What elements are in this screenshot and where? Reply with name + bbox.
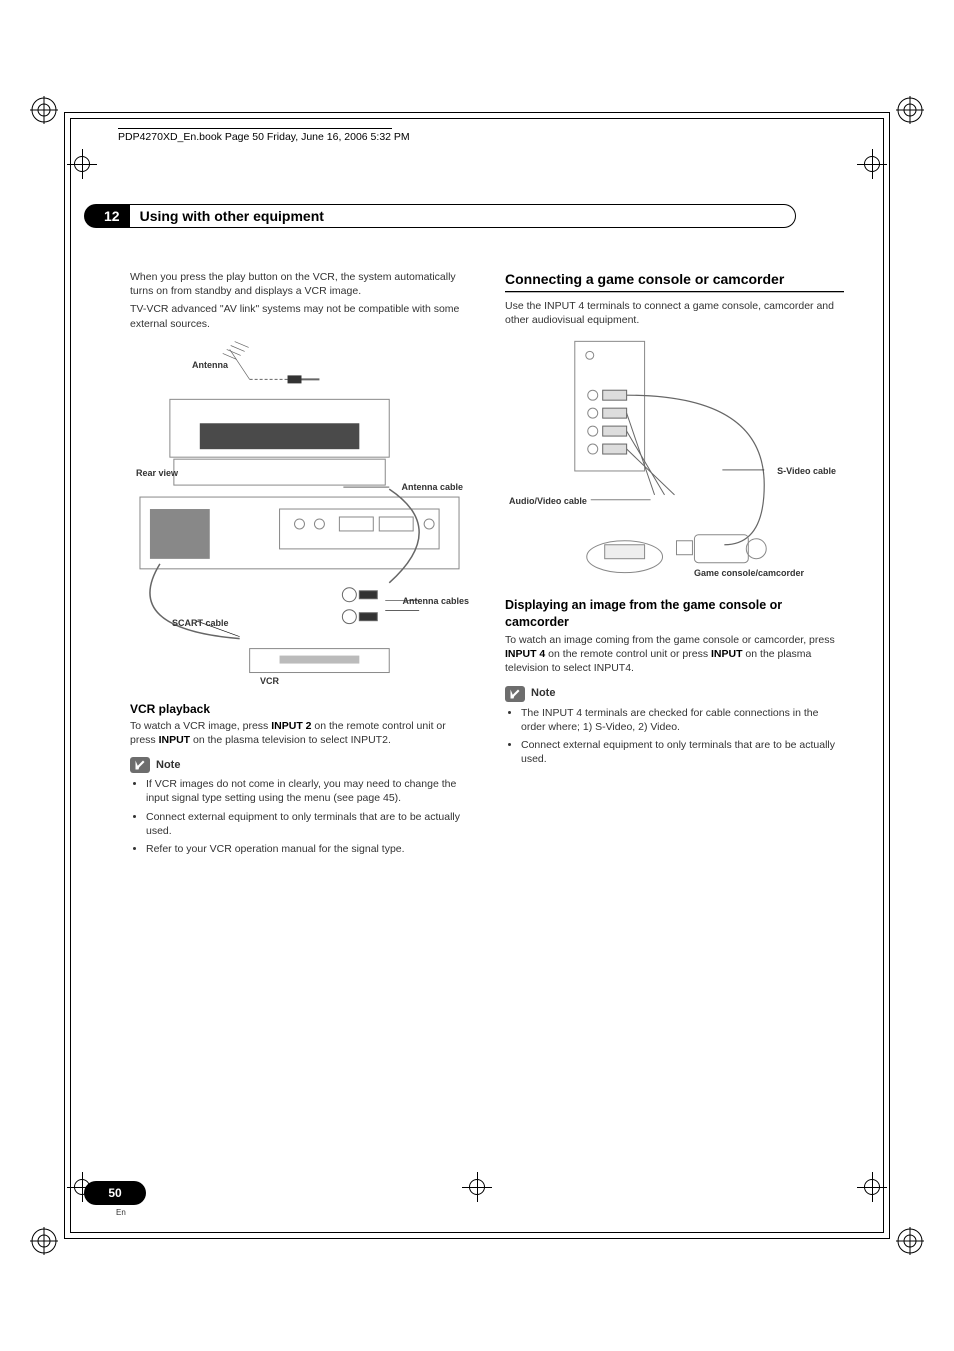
print-mark-top-left	[30, 96, 58, 124]
chapter-title: Using with other equipment	[140, 208, 324, 224]
section-heading: Connecting a game console or camcorder	[505, 270, 844, 289]
book-header-text: PDP4270XD_En.book Page 50 Friday, June 1…	[118, 131, 410, 143]
diagram-label-antenna: Antenna	[192, 359, 228, 371]
chapter-heading: 12 Using with other equipment	[84, 204, 796, 228]
right-intro: Use the INPUT 4 terminals to connect a g…	[505, 299, 844, 327]
note-heading-right: Note	[505, 686, 844, 702]
page-language: En	[116, 1208, 126, 1217]
diagram-label-svideo: S-Video cable	[777, 465, 836, 477]
list-item: If VCR images do not come in clearly, yo…	[146, 777, 469, 805]
intro-paragraph-1: When you press the play button on the VC…	[130, 270, 469, 298]
chapter-number: 12	[84, 204, 130, 228]
diagram-label-antenna-cable: Antenna cable	[401, 481, 463, 493]
print-mark-bottom-left	[30, 1227, 58, 1255]
print-mark-bottom-right	[896, 1227, 924, 1255]
vcr-playback-heading: VCR playback	[130, 701, 469, 717]
page-number-badge: 50	[84, 1181, 146, 1205]
left-column: When you press the play button on the VC…	[130, 270, 469, 860]
diagram-label-antenna-cables: Antenna cables	[402, 597, 469, 607]
diagram-label-rear-view: Rear view	[136, 467, 178, 479]
list-item: Refer to your VCR operation manual for t…	[146, 842, 469, 856]
right-column: Connecting a game console or camcorder U…	[505, 270, 844, 860]
diagram-svg-2	[505, 335, 844, 585]
note-label: Note	[156, 758, 180, 773]
vcr-playback-text: To watch a VCR image, press INPUT 2 on t…	[130, 719, 469, 747]
book-header: PDP4270XD_En.book Page 50 Friday, June 1…	[118, 128, 410, 143]
display-heading: Displaying an image from the game consol…	[505, 597, 844, 631]
list-item: The INPUT 4 terminals are checked for ca…	[521, 706, 844, 734]
note-icon	[505, 686, 525, 702]
right-notes-list: The INPUT 4 terminals are checked for ca…	[505, 706, 844, 767]
diagram-label-vcr: VCR	[260, 675, 279, 687]
note-label: Note	[531, 686, 555, 701]
page-number: 50	[108, 1186, 121, 1200]
diagram-label-game-console: Game console/camcorder	[694, 567, 804, 579]
chapter-title-wrap: Using with other equipment	[130, 204, 796, 228]
list-item: Connect external equipment to only termi…	[146, 810, 469, 838]
section-rule	[505, 291, 844, 293]
content-area: When you press the play button on the VC…	[130, 270, 844, 860]
list-item: Connect external equipment to only termi…	[521, 738, 844, 766]
vcr-connection-diagram: Antenna Rear view Antenna cable Antenna …	[130, 339, 469, 689]
print-mark-top-right	[896, 96, 924, 124]
diagram-label-av-cable: Audio/Video cable	[509, 495, 587, 507]
note-icon	[130, 757, 150, 773]
game-console-diagram: S-Video cable Audio/Video cable Game con…	[505, 335, 844, 585]
intro-paragraph-2: TV-VCR advanced "AV link" systems may no…	[130, 302, 469, 330]
diagram-label-scart-cable: SCART cable	[172, 617, 229, 629]
display-text: To watch an image coming from the game c…	[505, 633, 844, 676]
left-notes-list: If VCR images do not come in clearly, yo…	[130, 777, 469, 856]
diagram-svg	[130, 339, 469, 689]
note-heading-left: Note	[130, 757, 469, 773]
